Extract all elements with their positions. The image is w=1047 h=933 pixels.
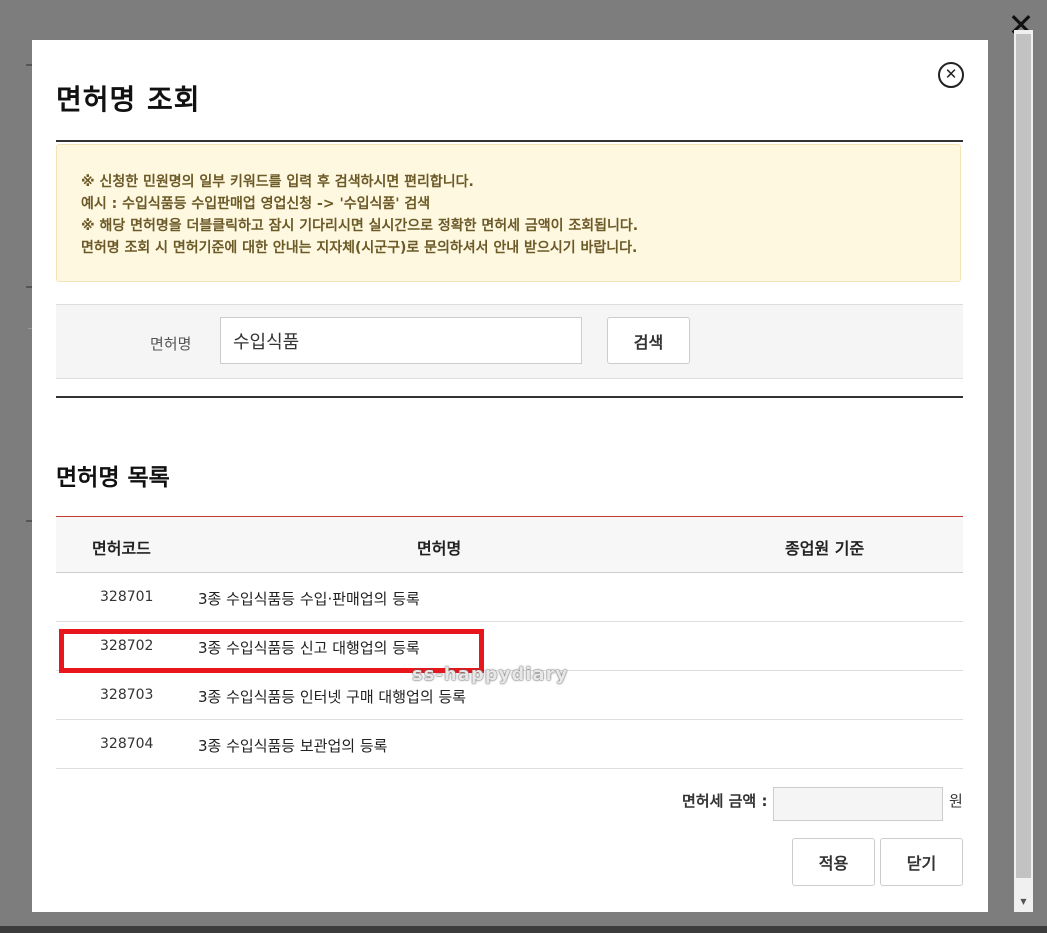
fee-unit: 원 — [949, 792, 963, 810]
license-code: 328704 — [100, 736, 154, 752]
fee-label: 면허세 금액 : — [682, 792, 768, 810]
notice-line: 예시 : 수입식품등 수입판매업 영업신청 -> '수입식품' 검색 — [81, 196, 431, 212]
column-header-criteria: 종업원 기준 — [785, 539, 865, 558]
watermark: ss-happydiary — [412, 664, 569, 685]
search-panel: 면허명 검색 — [56, 304, 963, 379]
column-header-name: 면허명 — [417, 539, 462, 558]
list-title: 면허명 목록 — [56, 465, 170, 491]
notice-line: ※ 해당 면허명을 더블클릭하고 잠시 기다리시면 실시간으로 정확한 면허세 … — [81, 218, 639, 234]
license-code: 328703 — [100, 687, 154, 703]
modal-title: 면허명 조회 — [56, 83, 201, 116]
license-name: 3종 수입식품등 인터넷 구매 대행업의 등록 — [198, 688, 466, 706]
scroll-down-arrow-icon[interactable]: ▼ — [1016, 895, 1031, 909]
section-divider — [56, 396, 963, 398]
apply-button[interactable]: 적용 — [792, 838, 875, 886]
license-name: 3종 수입식품등 수입·판매업의 등록 — [198, 590, 420, 608]
notice-line: ※ 신청한 민원명의 일부 키워드를 입력 후 검색하시면 편리합니다. — [81, 174, 474, 190]
bottom-bar — [0, 926, 1047, 933]
license-name: 3종 수입식품등 보관업의 등록 — [198, 737, 388, 755]
table-row[interactable]: 328701 3종 수입식품등 수입·판매업의 등록 — [56, 573, 963, 622]
notice-line: 면허명 조회 시 면허기준에 대한 안내는 지자체(시군구)로 문의하셔서 안내… — [81, 240, 638, 256]
license-search-modal: ✕ 면허명 조회 ※ 신청한 민원명의 일부 키워드를 입력 후 검색하시면 편… — [32, 40, 988, 912]
modal-close-icon[interactable]: ✕ — [938, 62, 964, 88]
table-row[interactable]: 328704 3종 수입식품등 보관업의 등록 — [56, 720, 963, 769]
scrollbar-thumb[interactable] — [1016, 34, 1031, 878]
notice-box: ※ 신청한 민원명의 일부 키워드를 입력 후 검색하시면 편리합니다. 예시 … — [56, 144, 961, 282]
fee-amount-field[interactable] — [773, 787, 943, 821]
title-divider — [56, 140, 963, 142]
license-code: 328701 — [100, 589, 154, 605]
table-header: 면허코드 면허명 종업원 기준 — [56, 517, 963, 573]
license-search-input[interactable] — [220, 317, 582, 364]
search-label: 면허명 — [150, 335, 192, 353]
close-button[interactable]: 닫기 — [880, 838, 963, 886]
column-header-code: 면허코드 — [92, 539, 151, 558]
search-button[interactable]: 검색 — [607, 317, 690, 364]
